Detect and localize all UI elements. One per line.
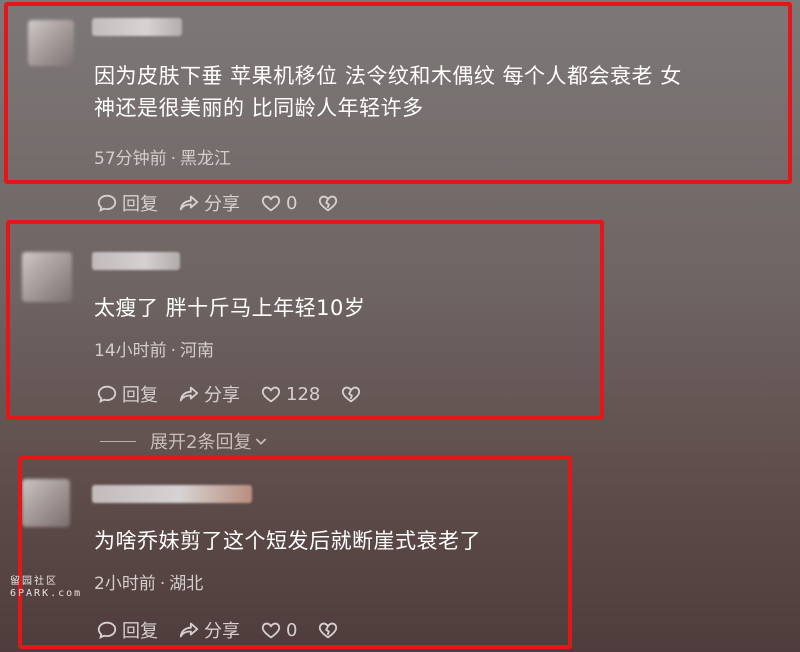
comment-bubble-icon [97,194,117,212]
dislike-button[interactable] [317,192,343,214]
share-button[interactable]: 分享 [178,190,240,216]
reply-label: 回复 [122,194,158,215]
watermark-line2: 6PARK.com [10,588,83,599]
like-button[interactable]: 0 [260,192,297,214]
share-arrow-icon [179,195,199,211]
watermark-line1: 留园社区 [10,576,58,587]
share-label: 分享 [204,194,240,215]
expand-divider [100,440,136,442]
chevron-down-icon [256,438,267,445]
heart-icon [261,195,281,212]
watermark: 留园社区 6PARK.com [10,576,82,600]
expand-replies-button[interactable]: 展开2条回复 [100,428,269,454]
comment-actions: 回复 分享 0 [96,190,363,216]
broken-heart-icon [319,195,338,212]
expand-replies-label: 展开2条回复 [150,432,252,453]
like-count: 0 [286,192,298,214]
highlight-frame [4,2,792,184]
highlight-frame [18,456,572,649]
reply-button[interactable]: 回复 [96,190,158,216]
highlight-frame [6,220,604,420]
